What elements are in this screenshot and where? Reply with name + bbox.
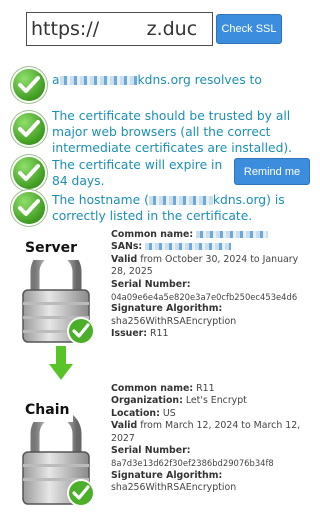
server-cert-details: Common name: SANs: Valid from October 30… xyxy=(111,229,316,341)
chain-serial-label: Serial Number: xyxy=(111,445,191,457)
check-icon xyxy=(13,69,45,101)
server-issuer: Issuer: R11 xyxy=(111,328,169,340)
chain-serial-value: 8a7d3e13d62f30ef2386bd29076b34f8 xyxy=(111,458,274,469)
chain-common-name: Common name: R11 xyxy=(111,383,215,394)
server-serial-value: 04a09e6e4a5e820e3a7e0cfb250ec453e4d6 xyxy=(111,292,298,303)
redacted-hostname xyxy=(59,76,138,85)
server-lock: Server xyxy=(13,236,99,348)
redacted-common-name xyxy=(196,231,269,238)
check-expiry-text: The certificate will expire in 84 days. xyxy=(52,158,223,188)
down-arrow-icon xyxy=(49,346,73,380)
server-sans: SANs: xyxy=(111,241,316,253)
chain-organization: Organization: Let's Encrypt xyxy=(111,395,247,407)
server-sig-label: Signature Algorithm: xyxy=(111,303,223,315)
remind-me-button[interactable]: Remind me xyxy=(234,158,310,185)
hostname-prefix: a xyxy=(52,73,60,87)
check-icon xyxy=(13,113,45,145)
check-resolves-text: a kdns.org resolves to xyxy=(52,72,312,88)
check-hostname-text: The hostname (kdns.org) is correctly lis… xyxy=(52,192,310,224)
check-trusted-text: The certificate should be trusted by all… xyxy=(52,109,293,155)
server-label: Server xyxy=(21,240,82,260)
check-icon xyxy=(13,192,45,224)
chain-location: Location: US xyxy=(111,407,176,419)
chain-label: Chain xyxy=(21,402,74,422)
redacted-hostname xyxy=(148,196,213,205)
check-icon xyxy=(13,157,45,189)
search-bar: Check SSL xyxy=(0,0,319,58)
server-validity: Valid from October 30, 2024 to January 2… xyxy=(111,253,299,278)
chain-cert-details: Common name: R11 Organization: Let's Enc… xyxy=(111,383,316,495)
server-sig-value: sha256WithRSAEncryption xyxy=(111,315,237,327)
resolves-suffix: kdns.org resolves to xyxy=(137,73,262,87)
chain-sig-value: sha256WithRSAEncryption xyxy=(111,482,237,494)
server-common-name: Common name: xyxy=(111,229,316,241)
hostname-label: The hostname ( xyxy=(52,193,149,207)
server-serial-label: Serial Number: xyxy=(111,278,191,290)
redacted-sans xyxy=(145,243,232,251)
check-ssl-button[interactable]: Check SSL xyxy=(216,14,282,44)
chain-sig-label: Signature Algorithm: xyxy=(111,469,223,481)
chain-lock: Chain xyxy=(13,398,99,510)
chain-validity: Valid from March 12, 2024 to March 12, 2… xyxy=(111,420,301,444)
url-input[interactable] xyxy=(26,12,213,46)
